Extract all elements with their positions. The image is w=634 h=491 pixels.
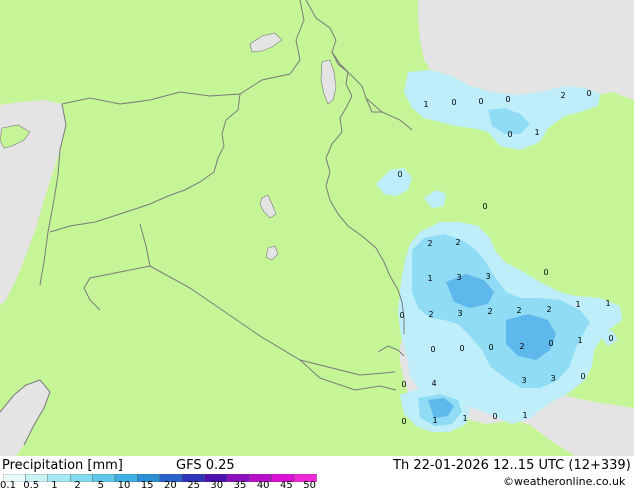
valid-time: Th 22-01-2026 12..15 UTC (12+339) <box>393 458 631 473</box>
value-label: 1 <box>534 128 539 137</box>
value-label: 1 <box>575 300 580 309</box>
value-label: 3 <box>485 272 490 281</box>
value-label: 0 <box>482 202 487 211</box>
value-label: 1 <box>605 299 610 308</box>
value-label: 0 <box>505 95 510 104</box>
product-title: Precipitation [mm] <box>2 458 123 473</box>
value-label: 0 <box>548 339 553 348</box>
value-label: 2 <box>516 306 521 315</box>
value-label: 0 <box>507 130 512 139</box>
value-label: 0 <box>401 380 406 389</box>
value-label: 1 <box>432 416 437 425</box>
value-label: 0 <box>397 170 402 179</box>
value-label: 4 <box>431 379 436 388</box>
value-label: 3 <box>456 273 461 282</box>
value-label: 0 <box>430 345 435 354</box>
value-label: 0 <box>543 268 548 277</box>
value-label: 2 <box>546 305 551 314</box>
value-label: 0 <box>608 334 613 343</box>
value-label: 2 <box>428 310 433 319</box>
value-label: 2 <box>427 239 432 248</box>
value-label: 0 <box>401 417 406 426</box>
value-label: 0 <box>586 89 591 98</box>
footer-bar: Precipitation [mm] GFS 0.25 Th 22-01-202… <box>0 456 634 490</box>
value-label: 0 <box>580 372 585 381</box>
value-label: 0 <box>451 98 456 107</box>
value-label: 0 <box>488 343 493 352</box>
value-label: 3 <box>550 374 555 383</box>
value-label: 1 <box>577 336 582 345</box>
value-label: 3 <box>521 376 526 385</box>
value-label: 0 <box>459 344 464 353</box>
value-label: 3 <box>457 309 462 318</box>
value-label: 2 <box>560 91 565 100</box>
value-label: 0 <box>399 311 404 320</box>
precipitation-map: 1 0 0 0 2 0 0 1 0 0 2 2 1 3 3 0 2 3 2 2 … <box>0 0 634 456</box>
value-label: 0 <box>492 412 497 421</box>
model-name: GFS 0.25 <box>176 458 235 473</box>
value-label: 1 <box>423 100 428 109</box>
value-label: 0 <box>478 97 483 106</box>
value-label: 2 <box>487 307 492 316</box>
value-label: 1 <box>522 411 527 420</box>
value-label: 1 <box>427 274 432 283</box>
value-label: 2 <box>455 238 460 247</box>
credit-text: ©weatheronline.co.uk <box>503 475 626 488</box>
value-label: 1 <box>462 414 467 423</box>
value-label: 2 <box>519 342 524 351</box>
